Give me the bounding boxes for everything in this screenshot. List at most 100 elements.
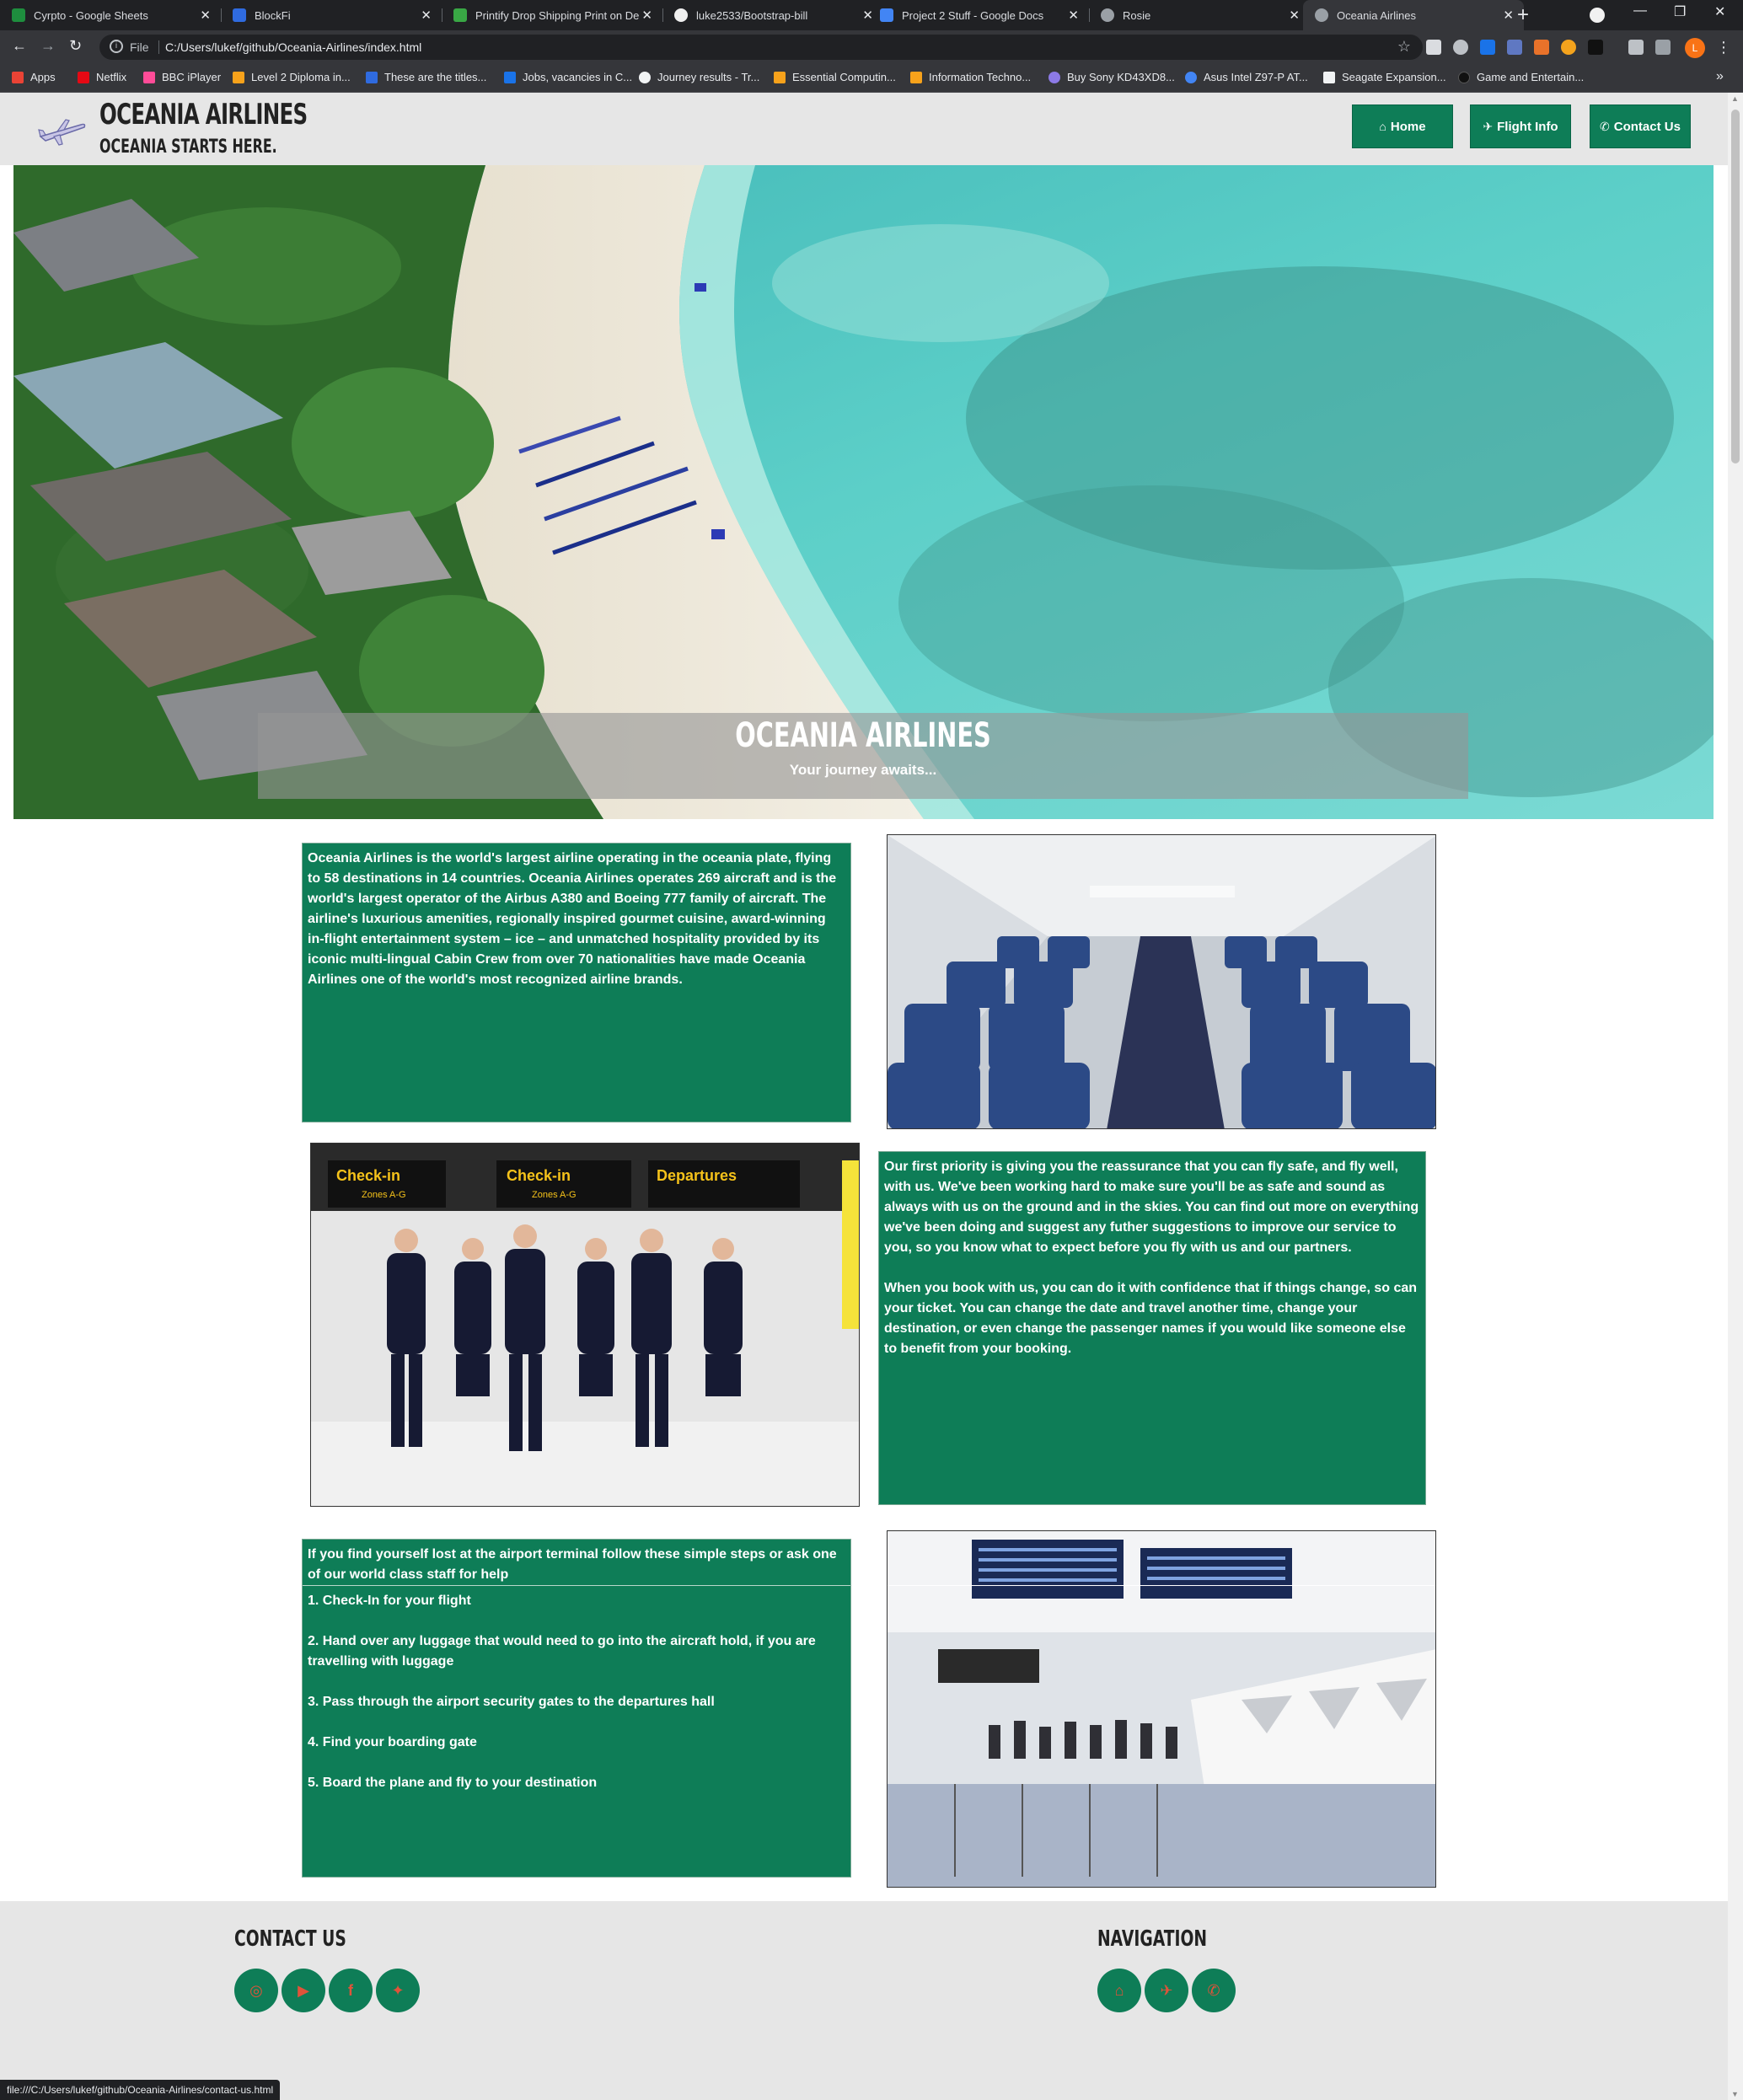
status-bar-url: file:///C:/Users/lukef/github/Oceania-Ai…	[0, 2080, 281, 2100]
extension-icon[interactable]	[1561, 40, 1576, 55]
close-window-icon[interactable]: ✕	[1714, 3, 1725, 20]
new-tab-icon[interactable]: +	[1517, 3, 1529, 27]
home-icon[interactable]: ⌂	[1097, 1969, 1141, 2012]
bookmark-favicon-icon	[639, 71, 651, 83]
tab-title: luke2533/Bootstrap-bill	[696, 8, 808, 22]
extension-icon[interactable]	[1588, 40, 1603, 55]
sheets-favicon-icon	[12, 8, 25, 22]
browser-tab[interactable]: luke2533/Bootstrap-bill ✕	[662, 0, 883, 30]
tab-title: Project 2 Stuff - Google Docs	[902, 8, 1044, 22]
airport-terminal-image	[887, 1530, 1436, 1888]
brand-title[interactable]: OCEANIA AIRLINES	[99, 98, 308, 131]
youtube-icon[interactable]: ▶	[282, 1969, 325, 2012]
puzzle-icon[interactable]	[1628, 40, 1644, 55]
nav-contact-button[interactable]: ✆ Contact Us	[1590, 104, 1691, 148]
minimize-icon[interactable]: —	[1633, 3, 1647, 19]
nav-flight-info-button[interactable]: ✈ Flight Info	[1470, 104, 1571, 148]
facebook-icon[interactable]: f	[329, 1969, 373, 2012]
record-icon[interactable]	[1590, 8, 1605, 23]
address-bar[interactable]: i File C:/Users/lukef/github/Oceania-Air…	[99, 35, 1423, 60]
hero-subtitle: Your journey awaits...	[789, 762, 937, 778]
apps-grid-icon	[12, 71, 24, 83]
bookmark-item[interactable]: Game and Entertain...	[1458, 71, 1584, 83]
github-favicon-icon	[674, 8, 688, 22]
close-tab-icon[interactable]: ✕	[1503, 8, 1514, 23]
tab-title: Oceania Airlines	[1337, 8, 1416, 22]
brand-subtitle: OCEANIA STARTS HERE.	[99, 137, 277, 158]
bookmark-favicon-icon	[504, 71, 516, 83]
plane-logo-icon[interactable]	[37, 115, 88, 148]
browser-tab[interactable]: Project 2 Stuff - Google Docs ✕	[868, 0, 1089, 30]
bookmark-item[interactable]: Level 2 Diploma in...	[233, 71, 351, 83]
site-header: OCEANIA AIRLINES OCEANIA STARTS HERE. ⌂ H…	[0, 93, 1728, 165]
bookmark-item[interactable]: Apps	[12, 71, 56, 83]
bookmark-item[interactable]: Essential Computin...	[774, 71, 896, 83]
plane-icon[interactable]: ✈	[1145, 1969, 1188, 2012]
scrollbar-thumb[interactable]	[1731, 110, 1740, 463]
extension-icon[interactable]	[1426, 40, 1441, 55]
bookmark-item[interactable]: Seagate Expansion...	[1323, 71, 1446, 83]
hero-title: OCEANIA AIRLINES	[735, 716, 991, 755]
scheme-label: File	[130, 40, 149, 54]
bookmark-item[interactable]: These are the titles...	[366, 71, 486, 83]
forward-arrow-icon[interactable]: →	[40, 37, 56, 55]
globe-favicon-icon	[1315, 8, 1328, 22]
restore-icon[interactable]: ❐	[1674, 3, 1686, 20]
bookmark-item[interactable]: Journey results - Tr...	[639, 71, 759, 83]
reload-icon[interactable]: ↻	[69, 37, 82, 55]
close-tab-icon[interactable]: ✕	[1289, 8, 1300, 23]
browser-tab[interactable]: Cyrpto - Google Sheets ✕	[0, 0, 221, 30]
url-text[interactable]: C:/Users/lukef/github/Oceania-Airlines/i…	[165, 40, 421, 54]
twitter-icon[interactable]: ✦	[376, 1969, 420, 2012]
step-item: 5. Board the plane and fly to your desti…	[308, 1776, 598, 1790]
globe-favicon-icon	[1101, 8, 1114, 22]
plane-icon: ✈	[1483, 119, 1494, 133]
hero-banner: OCEANIA AIRLINES Your journey awaits...	[13, 165, 1714, 819]
check-in-sign: Check-in	[507, 1167, 571, 1184]
tab-title: Rosie	[1123, 8, 1151, 22]
phone-icon[interactable]: ✆	[1192, 1969, 1236, 2012]
bookmark-item[interactable]: BBC iPlayer	[143, 71, 221, 83]
printify-favicon-icon	[453, 8, 467, 22]
step-item: 4. Find your boarding gate	[308, 1735, 477, 1749]
bookmarks-bar: Apps Netflix BBC iPlayer Level 2 Diploma…	[0, 64, 1743, 93]
close-tab-icon[interactable]: ✕	[421, 8, 432, 23]
bookmark-favicon-icon	[774, 71, 786, 83]
extension-icon[interactable]	[1507, 40, 1522, 55]
browser-tab-active[interactable]: Oceania Airlines ✕	[1303, 0, 1524, 30]
bookmark-item[interactable]: Buy Sony KD43XD8...	[1048, 71, 1175, 83]
priority-text-2: When you book with us, you can do it wit…	[884, 1281, 1418, 1356]
nav-home-button[interactable]: ⌂ Home	[1352, 104, 1453, 148]
bookmark-item[interactable]: Information Techno...	[910, 71, 1031, 83]
extension-icon[interactable]	[1480, 40, 1495, 55]
browser-tab[interactable]: BlockFi ✕	[221, 0, 442, 30]
browser-menu-icon[interactable]: ⋮	[1716, 39, 1731, 56]
extension-icon[interactable]	[1453, 40, 1468, 55]
bookmark-item[interactable]: Asus Intel Z97-P AT...	[1185, 71, 1308, 83]
scroll-down-icon[interactable]: ▼	[1731, 2090, 1739, 2098]
bookmark-star-icon[interactable]: ☆	[1397, 38, 1411, 56]
reading-list-icon[interactable]	[1655, 40, 1671, 55]
close-tab-icon[interactable]: ✕	[200, 8, 211, 23]
bookmark-item[interactable]: Netflix	[78, 71, 126, 83]
page-scrollbar[interactable]: ▲ ▼	[1728, 93, 1743, 2100]
close-tab-icon[interactable]: ✕	[1068, 8, 1079, 23]
bookmark-favicon-icon	[366, 71, 378, 83]
scroll-up-icon[interactable]: ▲	[1731, 94, 1739, 103]
metamask-icon[interactable]	[1534, 40, 1549, 55]
tab-title: Printify Drop Shipping Print on De	[475, 8, 640, 22]
back-arrow-icon[interactable]: ←	[12, 37, 27, 55]
browser-tab[interactable]: Rosie ✕	[1089, 0, 1310, 30]
netflix-icon	[78, 71, 89, 83]
zones-sign: Zones A-G	[362, 1190, 406, 1200]
phone-icon: ✆	[1600, 119, 1610, 133]
bookmark-item[interactable]: Jobs, vacancies in C...	[504, 71, 632, 83]
profile-avatar[interactable]: L	[1685, 38, 1705, 58]
close-tab-icon[interactable]: ✕	[641, 8, 652, 23]
browser-tab[interactable]: Printify Drop Shipping Print on De ✕	[442, 0, 662, 30]
info-icon[interactable]: i	[110, 40, 123, 53]
more-bookmarks-icon[interactable]: »	[1716, 69, 1724, 84]
instagram-icon[interactable]: ◎	[234, 1969, 278, 2012]
priority-card: Our first priority is giving you the rea…	[878, 1151, 1426, 1505]
site-footer: CONTACT US ◎ ▶ f ✦ NAVIGATION ⌂ ✈ ✆	[0, 1901, 1728, 2100]
